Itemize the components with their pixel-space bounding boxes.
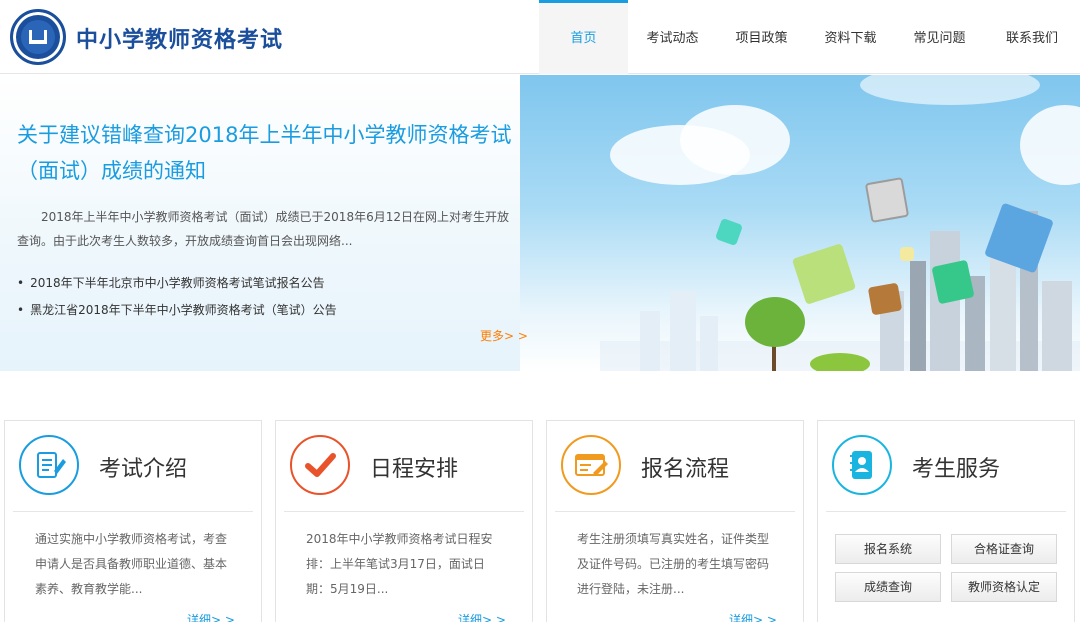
nav-item-faq[interactable]: 常见问题 (895, 0, 984, 74)
card-detail-link[interactable]: 详细> > (187, 611, 235, 622)
more-link[interactable]: 更多> > (480, 327, 528, 344)
registration-system-button[interactable]: 报名系统 (835, 534, 941, 564)
card-exam-intro[interactable]: 考试介绍 通过实施中小学教师资格考试，考查申请人是否具备教师职业道德、基本素养、… (4, 420, 262, 622)
nav-item-policy[interactable]: 项目政策 (717, 0, 806, 74)
nav-item-contact[interactable]: 联系我们 (984, 0, 1080, 74)
card-text: 考生注册须填写真实姓名，证件类型及证件号码。已注册的考生填写密码进行登陆，未注册… (577, 532, 770, 596)
main-nav: 首页 考试动态 项目政策 资料下载 常见问题 联系我们 (539, 0, 1080, 74)
nav-item-home[interactable]: 首页 (539, 0, 628, 74)
card-registration[interactable]: 报名流程 考生注册须填写真实姓名，证件类型及证件号码。已注册的考生填写密码进行登… (546, 420, 804, 622)
form-pen-icon (561, 435, 621, 495)
card-text: 通过实施中小学教师资格考试，考查申请人是否具备教师职业道德、基本素养、教育教学能… (35, 532, 228, 596)
card-candidate-services: 考生服务 报名系统 合格证查询 成绩查询 教师资格认定 (817, 420, 1075, 622)
score-query-button[interactable]: 成绩查询 (835, 572, 941, 602)
news-link[interactable]: 2018年下半年北京市中小学教师资格考试笔试报名公告 (17, 270, 537, 297)
feature-cards: 考试介绍 通过实施中小学教师资格考试，考查申请人是否具备教师职业道德、基本素养、… (0, 420, 1080, 622)
checkmark-icon (290, 435, 350, 495)
banner-summary: 2018年上半年中小学教师资格考试（面试）成绩已于2018年6月12日在网上对考… (17, 210, 509, 248)
news-link[interactable]: 黑龙江省2018年下半年中小学教师资格考试（笔试）公告 (17, 297, 537, 324)
site-header: 中小学教师资格考试 首页 考试动态 项目政策 资料下载 常见问题 联系我们 (0, 0, 1080, 74)
banner-headline[interactable]: 关于建议错峰查询2018年上半年中小学教师资格考试（面试）成绩的通知 (17, 117, 517, 189)
card-title: 考试介绍 (99, 457, 188, 482)
site-title[interactable]: 中小学教师资格考试 (76, 22, 283, 54)
nav-item-downloads[interactable]: 资料下载 (806, 0, 895, 74)
hero-banner: 关于建议错峰查询2018年上半年中小学教师资格考试（面试）成绩的通知 2018年… (0, 75, 1080, 371)
card-title: 考生服务 (912, 457, 1001, 482)
tree-illustration (745, 297, 805, 347)
banner-news-list: 2018年下半年北京市中小学教师资格考试笔试报名公告 黑龙江省2018年下半年中… (17, 270, 537, 324)
cube-illustration (864, 177, 910, 223)
card-title: 报名流程 (641, 457, 730, 482)
site-logo-icon[interactable] (10, 9, 66, 65)
certificate-query-button[interactable]: 合格证查询 (951, 534, 1057, 564)
document-edit-icon (19, 435, 79, 495)
card-detail-link[interactable]: 详细> > (458, 611, 506, 622)
card-schedule[interactable]: 日程安排 2018年中小学教师资格考试日程安排：上半年笔试3月17日，面试日期：… (275, 420, 533, 622)
nav-item-exam-news[interactable]: 考试动态 (628, 0, 717, 74)
card-title: 日程安排 (370, 457, 459, 482)
contact-book-icon (832, 435, 892, 495)
card-detail-link[interactable]: 详细> > (729, 611, 777, 622)
teacher-certification-button[interactable]: 教师资格认定 (951, 572, 1057, 602)
card-text: 2018年中小学教师资格考试日程安排：上半年笔试3月17日，面试日期：5月19日… (306, 532, 493, 596)
